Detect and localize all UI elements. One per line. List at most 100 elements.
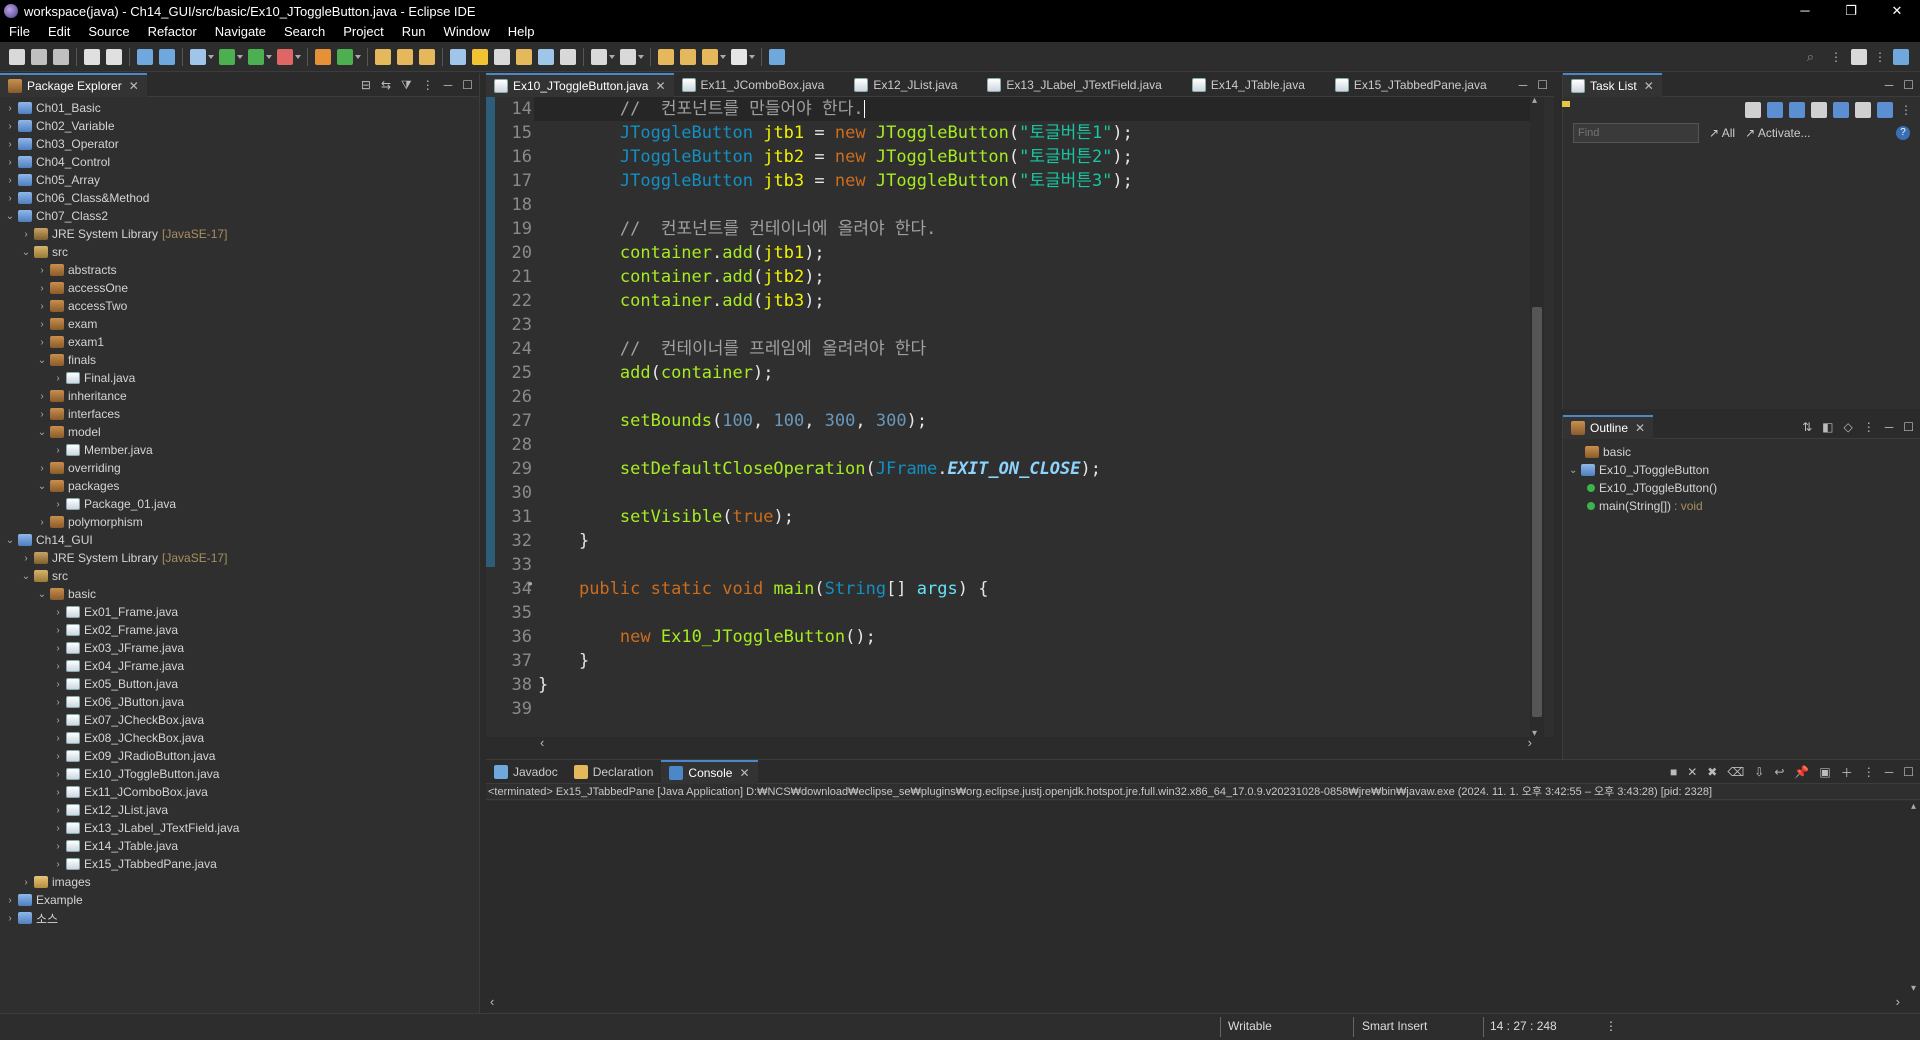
chevron-right-icon[interactable]: › — [20, 553, 32, 564]
maximize-view-icon[interactable]: ☐ — [1903, 420, 1914, 434]
minimize-view-icon[interactable]: ─ — [444, 78, 453, 92]
code-line[interactable]: new Ex10_JToggleButton(); — [538, 625, 876, 649]
tree-item[interactable]: ⌄ finals — [0, 351, 479, 369]
tree-item[interactable]: › interfaces — [0, 405, 479, 423]
tab-package-explorer[interactable]: Package Explorer ✕ — [0, 72, 147, 97]
dropdown-caret-icon[interactable] — [208, 54, 214, 59]
scroll-thumb[interactable] — [1532, 307, 1542, 717]
vertical-scrollbar[interactable]: ▴ ▾ — [1530, 97, 1544, 737]
dropdown-caret-icon[interactable] — [720, 54, 726, 59]
chevron-right-icon[interactable]: › — [52, 445, 64, 456]
menu-help[interactable]: Help — [499, 22, 544, 42]
chevron-right-icon[interactable]: › — [52, 805, 64, 816]
menu-file[interactable]: File — [0, 22, 39, 42]
chevron-right-icon[interactable]: › — [52, 841, 64, 852]
new-console-icon[interactable]: ＋ — [1841, 764, 1853, 781]
view-menu-icon[interactable]: ⋮ — [1900, 103, 1912, 117]
tree-item[interactable]: › abstracts — [0, 261, 479, 279]
editor-tab[interactable]: Ex14_JTable.java — [1184, 73, 1313, 97]
tree-item[interactable]: › Ex07_JCheckBox.java — [0, 711, 479, 729]
chevron-right-icon[interactable]: › — [4, 103, 16, 114]
toolbar-tool-icon[interactable] — [159, 48, 175, 65]
help-icon[interactable]: ? — [1896, 126, 1910, 140]
toolbar-tool-icon[interactable] — [277, 48, 293, 65]
menu-edit[interactable]: Edit — [39, 22, 79, 42]
view-menu-icon[interactable]: ⋮ — [1830, 50, 1842, 64]
console-horizontal-scrollbar[interactable]: ‹ › — [486, 994, 1920, 1012]
minimize-view-icon[interactable]: ─ — [1519, 78, 1528, 92]
code-line[interactable]: setBounds(100, 100, 300, 300); — [538, 409, 927, 433]
maximize-view-icon[interactable]: ☐ — [462, 78, 473, 92]
editor-tab[interactable]: Ex15_JTabbedPane.java — [1327, 73, 1495, 97]
tree-item[interactable]: › Final.java — [0, 369, 479, 387]
chevron-right-icon[interactable]: › — [52, 787, 64, 798]
code-line[interactable]: // 컨테이너를 프레임에 올려려야 한다 — [538, 337, 926, 361]
maximize-view-icon[interactable]: ☐ — [1903, 78, 1914, 92]
code-line[interactable]: } — [538, 529, 589, 553]
console-tab-console[interactable]: Console ✕ — [661, 759, 758, 784]
code-line[interactable]: // 컨포넌트를 만들어야 한다. — [538, 97, 865, 121]
toolbar-tool-icon[interactable] — [9, 48, 25, 65]
status-insert-mode[interactable]: Smart Insert — [1362, 1019, 1427, 1033]
tree-item[interactable]: › JRE System Library [JavaSE-17] — [0, 549, 479, 567]
pin-console-icon[interactable]: 📌 — [1794, 765, 1809, 779]
menu-project[interactable]: Project — [334, 22, 392, 42]
chevron-down-icon[interactable]: ⌄ — [36, 427, 48, 438]
code-line[interactable]: // 컨포넌트를 컨테이너에 올려야 한다. — [538, 217, 936, 241]
chevron-right-icon[interactable]: › — [36, 283, 48, 294]
toolbar-tool-icon[interactable] — [658, 48, 674, 65]
chevron-down-icon[interactable]: ⌄ — [4, 535, 16, 546]
toolbar-tool-icon[interactable] — [560, 48, 576, 65]
toolbar-tool-icon[interactable] — [450, 48, 466, 65]
view-menu-icon[interactable]: ⋮ — [1863, 765, 1875, 779]
editor-tab[interactable]: Ex11_JComboBox.java — [674, 73, 833, 97]
toolbar-tool-icon[interactable] — [472, 48, 488, 65]
scroll-down-icon[interactable]: ▾ — [1532, 728, 1537, 737]
chevron-right-icon[interactable]: › — [4, 895, 16, 906]
dropdown-caret-icon[interactable] — [266, 54, 272, 59]
sort-icon[interactable]: ⇅ — [1802, 420, 1812, 434]
tree-item[interactable]: › Package_01.java — [0, 495, 479, 513]
editor-tab[interactable]: Ex12_JList.java — [846, 73, 965, 97]
code-line[interactable]: container.add(jtb3); — [538, 289, 825, 313]
terminate-icon[interactable]: ■ — [1670, 765, 1677, 779]
chevron-right-icon[interactable]: › — [4, 139, 16, 150]
tree-item[interactable]: › 소스 — [0, 909, 479, 927]
tree-item[interactable]: › Ex01_Frame.java — [0, 603, 479, 621]
clear-console-icon[interactable]: ⌫ — [1727, 765, 1744, 779]
console-output[interactable]: ▴ ▾ — [486, 801, 1920, 994]
tree-item[interactable]: › inheritance — [0, 387, 479, 405]
chevron-right-icon[interactable]: › — [36, 301, 48, 312]
code-line[interactable]: } — [538, 649, 589, 673]
chevron-right-icon[interactable]: › — [4, 175, 16, 186]
close-icon[interactable]: ✕ — [655, 79, 665, 93]
tab-outline[interactable]: Outline ✕ — [1563, 414, 1654, 439]
close-window-button[interactable]: ✕ — [1874, 0, 1920, 22]
tree-item[interactable]: › Ch06_Class&Method — [0, 189, 479, 207]
chevron-right-icon[interactable]: › — [36, 319, 48, 330]
dropdown-caret-icon[interactable] — [749, 54, 755, 59]
tree-item[interactable]: › Ex04_JFrame.java — [0, 657, 479, 675]
toolbar-tool-icon[interactable] — [106, 48, 122, 65]
tree-item[interactable]: › exam — [0, 315, 479, 333]
close-icon[interactable]: ✕ — [1644, 79, 1654, 93]
tree-item[interactable]: › accessTwo — [0, 297, 479, 315]
tree-item[interactable]: › Ex10_JToggleButton.java — [0, 765, 479, 783]
close-icon[interactable]: ✕ — [129, 79, 139, 93]
search-icon[interactable]: ⌕ — [1807, 49, 1814, 65]
toolbar-tool-icon[interactable] — [315, 48, 331, 65]
tree-item[interactable]: ⌄ src — [0, 243, 479, 261]
tree-item[interactable]: ⌄ model — [0, 423, 479, 441]
tree-item[interactable]: › Ch04_Control — [0, 153, 479, 171]
chevron-right-icon[interactable]: › — [4, 121, 16, 132]
toolbar-tool-icon[interactable] — [702, 48, 718, 65]
toolbar-tool-icon[interactable] — [337, 48, 353, 65]
dropdown-caret-icon[interactable] — [638, 54, 644, 59]
view-menu-icon[interactable]: ⋮ — [1874, 50, 1886, 64]
focus-icon[interactable] — [1811, 102, 1827, 118]
tree-item[interactable]: › Ex06_JButton.java — [0, 693, 479, 711]
editor-tab[interactable]: Ex10_JToggleButton.java ✕ — [486, 72, 674, 97]
sync-icon[interactable] — [1855, 102, 1871, 118]
settings-icon[interactable] — [1877, 102, 1893, 118]
toolbar-tool-icon[interactable] — [591, 48, 607, 65]
